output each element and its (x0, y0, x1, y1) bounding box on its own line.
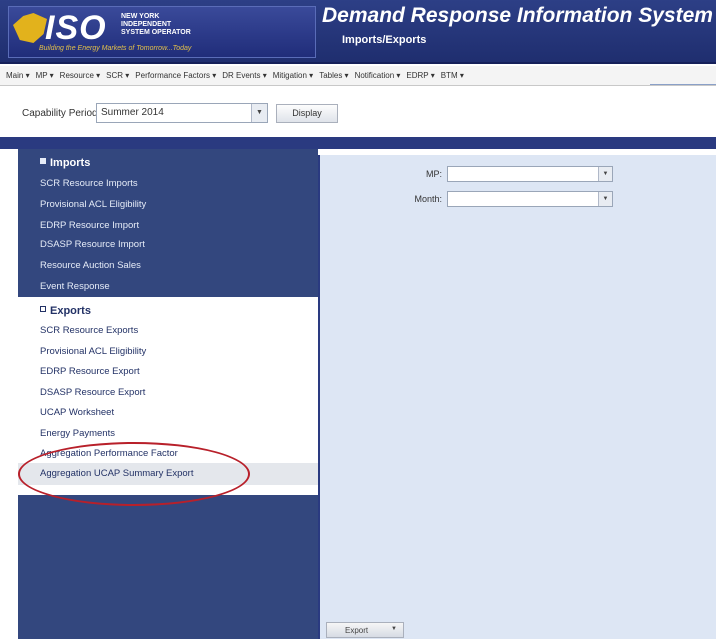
export-label: Export (345, 626, 369, 635)
exports-title: Exports (50, 305, 91, 317)
month-select[interactable]: ▼ (447, 191, 613, 207)
nyiso-logo: ISO NEW YORK INDEPENDENT SYSTEM OPERATOR… (8, 6, 316, 58)
export-button[interactable]: Export ▼ (326, 622, 404, 638)
sidebar-item-aggregation-ucap-summary-export[interactable]: Aggregation UCAP Summary Export (40, 468, 193, 479)
header-band (0, 137, 716, 149)
logo-tagline: Building the Energy Markets of Tomorrow.… (39, 45, 192, 52)
menu-mp[interactable]: MP ▾ (36, 71, 54, 80)
capability-period-value: Summer 2014 (101, 107, 164, 118)
sidebar-item-edrp-resource-export[interactable]: EDRP Resource Export (40, 366, 140, 377)
capability-period-select[interactable]: Summer 2014 ▼ (96, 103, 268, 123)
menu-mitigation[interactable]: Mitigation ▾ (273, 71, 313, 80)
menu-dr-events[interactable]: DR Events ▾ (222, 71, 266, 80)
main-menu: Main ▾ MP ▾ Resource ▾ SCR ▾ Performance… (0, 66, 716, 86)
sidebar-item-resource-auction-sales[interactable]: Resource Auction Sales (40, 260, 141, 271)
chevron-down-icon[interactable]: ▼ (598, 192, 612, 206)
page-subtitle: Imports/Exports (342, 34, 427, 46)
menu-btm[interactable]: BTM ▾ (441, 71, 464, 80)
menu-notification[interactable]: Notification ▾ (355, 71, 401, 80)
menu-tables[interactable]: Tables ▾ (319, 71, 348, 80)
main-panel-top-strip (318, 149, 716, 155)
sidebar-item-edrp-resource-import[interactable]: EDRP Resource Import (40, 220, 139, 231)
menu-main[interactable]: Main ▾ (6, 71, 30, 80)
display-button[interactable]: Display (276, 104, 338, 123)
menu-edrp[interactable]: EDRP ▾ (406, 71, 434, 80)
menu-resource[interactable]: Resource ▾ (60, 71, 100, 80)
chevron-down-icon[interactable]: ▼ (251, 104, 267, 122)
sidebar-item-scr-resource-exports[interactable]: SCR Resource Exports (40, 325, 138, 336)
imports-section-header[interactable]: Imports (40, 157, 90, 169)
sidebar-item-dsasp-resource-import[interactable]: DSASP Resource Import (40, 239, 145, 250)
app-header: ISO NEW YORK INDEPENDENT SYSTEM OPERATOR… (0, 0, 716, 64)
sidebar-item-ucap-worksheet[interactable]: UCAP Worksheet (40, 407, 114, 418)
sidebar-item-scr-resource-imports[interactable]: SCR Resource Imports (40, 178, 138, 189)
chevron-down-icon[interactable]: ▼ (598, 167, 612, 181)
sidebar-item-aggregation-performance-factor[interactable]: Aggregation Performance Factor (40, 448, 178, 459)
chevron-down-icon: ▼ (391, 626, 397, 632)
sidebar-item-provisional-acl-eligibility[interactable]: Provisional ACL Eligibility (40, 199, 146, 210)
imports-title: Imports (50, 157, 91, 169)
month-label: Month: (414, 194, 442, 204)
toolbar: Capability Period: Summer 2014 ▼ Display (0, 87, 716, 137)
mp-label: MP: (425, 169, 442, 179)
sidebar-item-dsasp-resource-export[interactable]: DSASP Resource Export (40, 387, 145, 398)
sidebar-item-event-response[interactable]: Event Response (40, 281, 110, 292)
menu-scr[interactable]: SCR ▾ (106, 71, 129, 80)
sidebar-item-energy-payments[interactable]: Energy Payments (40, 428, 115, 439)
collapse-icon[interactable] (40, 306, 46, 312)
collapse-icon[interactable] (40, 158, 46, 164)
logo-subtitle: NEW YORK INDEPENDENT SYSTEM OPERATOR (121, 13, 191, 36)
exports-section-header[interactable]: Exports (40, 305, 91, 317)
sidebar-item-provisional-acl-eligibility-export[interactable]: Provisional ACL Eligibility (40, 346, 146, 357)
mp-select[interactable]: ▼ (447, 166, 613, 182)
logo-iso-text: ISO (45, 9, 107, 47)
capability-period-label: Capability Period: (22, 108, 101, 119)
app-title: Demand Response Information System (322, 4, 713, 27)
new-york-state-icon (13, 13, 47, 43)
menu-divider (650, 84, 716, 85)
menu-performance-factors[interactable]: Performance Factors ▾ (135, 71, 216, 80)
main-panel (318, 149, 716, 639)
